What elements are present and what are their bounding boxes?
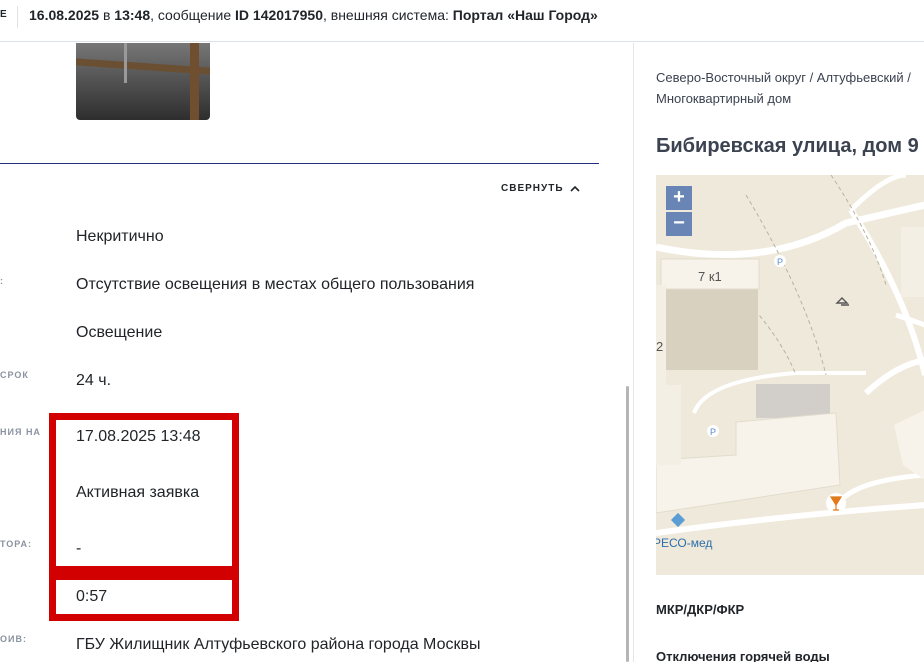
collapse-button[interactable]: СВЕРНУТЬ [501, 183, 580, 194]
field-value-problem: Отсутствие освещения в местах общего пол… [76, 276, 475, 293]
chevron-up-icon [569, 185, 580, 192]
message-meta: 16.08.2025 в 13:48, сообщение ID 1420179… [29, 7, 598, 23]
parking-icon: P [777, 257, 783, 267]
highlight-box-time [49, 573, 239, 621]
external-system-name: Портал «Наш Город» [452, 7, 598, 23]
field-label-category: : [0, 276, 4, 286]
system-prefix: , внешняя система: [322, 7, 453, 23]
map-zoom-controls: + − [666, 186, 692, 236]
map-poi-label: РЕСО-мед [656, 536, 713, 550]
section-heading-mkr: МКР/ДКР/ФКР [656, 602, 745, 617]
message-id: ID 142017950 [235, 7, 323, 23]
photo-post [190, 43, 199, 120]
location-map[interactable]: P P 7 к1 2 РЕСО-мед + − [656, 175, 924, 575]
parking-icon: P [710, 427, 716, 437]
field-label-operator: ТОРА: [0, 539, 32, 549]
field-value-deadline: 24 ч. [76, 372, 112, 389]
map-building-label: 7 к1 [698, 269, 722, 284]
photo-pipe [124, 43, 127, 83]
breadcrumb: Северо-Восточный округ / Алтуфьевский / … [656, 70, 911, 106]
message-header: Е 16.08.2025 в 13:48, сообщение ID 14201… [0, 0, 924, 42]
address-title: Бибиревская улица, дом 9 [656, 135, 919, 157]
zoom-in-button[interactable]: + [666, 186, 692, 210]
header-cut-label: Е [0, 9, 8, 20]
section-divider [0, 163, 599, 164]
scrollbar[interactable] [626, 386, 629, 662]
header-separator [17, 6, 18, 28]
field-label-deadline: СРОК [0, 370, 29, 380]
field-value-criticality: Некритично [76, 228, 164, 245]
address-panel: Северо-Восточный округ / Алтуфьевский / … [633, 43, 924, 662]
collapse-label: СВЕРНУТЬ [501, 183, 564, 194]
field-value-oiv: ГБУ Жилищник Алтуфьевского района города… [76, 636, 481, 653]
zoom-out-button[interactable]: − [666, 212, 692, 236]
field-label-due: НИЯ НА [0, 427, 41, 437]
attached-photo[interactable] [76, 43, 210, 120]
message-prefix: , сообщение [150, 7, 236, 23]
ticket-details: СВЕРНУТЬ : СРОК НИЯ НА ТОРА: ОИВ: Некрит… [0, 43, 632, 662]
highlight-box-dates [49, 413, 239, 573]
message-in-word: в [99, 7, 115, 23]
message-date: 16.08.2025 [29, 7, 100, 23]
section-heading-hot-water: Отключения горячей воды [656, 649, 830, 662]
field-value-category: Освещение [76, 324, 163, 341]
field-label-oiv: ОИВ: [0, 634, 27, 644]
map-canvas: P P [656, 175, 924, 575]
message-time: 13:48 [114, 7, 151, 23]
map-edge-label: 2 [656, 339, 664, 354]
